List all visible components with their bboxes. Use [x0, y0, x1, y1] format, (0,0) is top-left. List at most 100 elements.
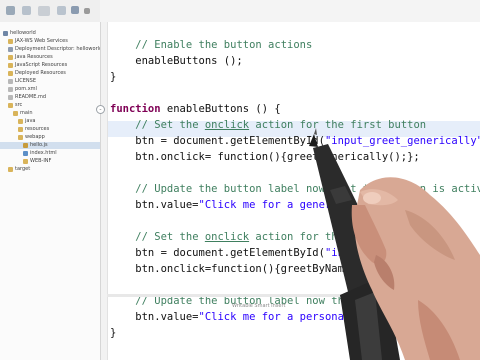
code-text: enableButtons () { [160, 103, 281, 115]
code-line[interactable]: btn = document.getElementById("input_gre… [110, 133, 480, 149]
folder-icon [18, 135, 23, 140]
code-line[interactable]: // Enable the button actions [110, 37, 312, 53]
tree-item[interactable]: helloworld [0, 30, 100, 37]
folder-icon [13, 111, 18, 116]
file-icon [8, 95, 13, 100]
tree-item-label: hello.js [30, 142, 48, 148]
tree-item-label: README.md [15, 94, 47, 100]
status-text: Writable Smart Insert [232, 303, 286, 309]
file-icon [8, 79, 13, 84]
folder-icon [18, 119, 23, 124]
code-comment: // Set the [135, 119, 205, 131]
tree-item-label: target [15, 166, 31, 172]
folder-icon [18, 127, 23, 132]
code-line[interactable]: // Update the button label now that the … [110, 181, 480, 197]
tree-item-label: JavaScript Resources [15, 62, 68, 68]
code-line[interactable]: enableButtons (); [110, 53, 243, 69]
code-line[interactable]: function enableButtons () { [110, 101, 281, 117]
code-line[interactable]: } [110, 325, 116, 341]
tree-item[interactable]: JAX-WS Web Services [0, 38, 100, 45]
code-line[interactable]: btn.onclick=function(){greetByName();}; [110, 261, 382, 277]
code-text: ); [457, 247, 471, 259]
tree-item[interactable]: pom.xml [0, 86, 100, 93]
js-file-icon [23, 143, 28, 148]
code-text: ; [407, 199, 414, 211]
tree-item-label: WEB-INF [30, 158, 52, 164]
code-line[interactable]: btn = document.getElementById("input_gre… [110, 245, 470, 261]
project-explorer: helloworld JAX-WS Web Services Deployment … [0, 22, 101, 360]
tree-item[interactable]: WEB-INF [0, 158, 100, 165]
tree-item-label: resources [25, 126, 50, 132]
debug-icon[interactable] [71, 6, 79, 14]
code-text: btn.value= [110, 199, 199, 211]
code-text: btn = document.getElementById( [110, 247, 325, 259]
code-text: btn.onclick=function(){greetByName();}; [110, 263, 382, 275]
tree-item[interactable]: target [0, 166, 100, 173]
tree-item-label: Deployment Descriptor: helloworld [15, 46, 100, 52]
code-string: "input_greet_generically" [324, 135, 480, 147]
code-editor[interactable]: // Enable the button actions enableButto… [101, 22, 480, 360]
code-line[interactable]: // Set the onclick action for the first … [110, 117, 426, 133]
code-keyword: function [110, 103, 161, 115]
code-string: "Click me for a personal greeting" [198, 311, 414, 323]
descriptor-icon [8, 47, 13, 52]
tree-item[interactable]: Deployment Descriptor: helloworld [0, 46, 100, 53]
code-text: enableButtons (); [110, 55, 243, 67]
tree-item[interactable]: README.md [0, 94, 100, 101]
code-comment: // Enable the button actions [135, 39, 313, 51]
file-icon [8, 87, 13, 92]
code-comment: action for the second button [249, 231, 433, 243]
code-comment: // Set the [135, 231, 205, 243]
code-comment: onclick [204, 119, 250, 131]
tree-item[interactable]: java [0, 118, 100, 125]
code-text: } [110, 71, 117, 83]
tree-item[interactable]: resources [0, 126, 100, 133]
save-icon[interactable] [22, 6, 31, 15]
tree-item-label: Java Resources [15, 54, 53, 60]
tree-item-label: src [15, 102, 23, 108]
project-icon [3, 31, 8, 36]
toolbar [0, 0, 100, 23]
code-line[interactable]: btn.onclick= function(){greetGenerically… [110, 149, 420, 165]
tree-item[interactable]: main [0, 110, 100, 117]
tree-item[interactable]: Deployed Resources [0, 70, 100, 77]
run-icon[interactable] [57, 6, 66, 15]
horizontal-scrollbar[interactable] [107, 294, 467, 297]
tree-item[interactable]: Java Resources [0, 54, 100, 61]
code-line[interactable]: } [110, 69, 116, 85]
menu-icon[interactable] [84, 8, 90, 14]
tree-item[interactable]: hello.js [0, 142, 100, 149]
fold-toggle-icon[interactable]: - [96, 105, 105, 114]
tree-item[interactable]: webapp [0, 134, 100, 141]
folder-icon [8, 167, 13, 172]
code-comment: // Update the button label now that the … [135, 183, 480, 195]
code-line[interactable]: btn.value="Click me for a generic greeti… [110, 197, 413, 213]
code-string: "Click me for a generic greeting" [198, 199, 408, 211]
code-text: ; [413, 311, 420, 323]
folder-icon [8, 71, 13, 76]
code-line[interactable]: // Set the onclick action for the second… [110, 229, 432, 245]
tree-item-label: webapp [25, 134, 45, 140]
folder-icon [8, 103, 13, 108]
code-text: btn.onclick= function(){greetGenerically… [110, 151, 420, 163]
tree-item-label: main [20, 110, 33, 116]
tree-item[interactable]: LICENSE [0, 78, 100, 85]
new-file-icon[interactable] [6, 6, 15, 15]
print-icon[interactable] [38, 6, 50, 16]
tree-item[interactable]: src [0, 102, 100, 109]
tree-item-label: helloworld [10, 30, 36, 36]
tree-item-label: java [25, 118, 36, 124]
editor-gutter [101, 22, 108, 360]
code-line[interactable]: btn.value="Click me for a personal greet… [110, 309, 420, 325]
tree-item[interactable]: JavaScript Resources [0, 62, 100, 69]
folder-icon [8, 63, 13, 68]
tree-item[interactable]: index.html [0, 150, 100, 157]
code-text: } [110, 327, 117, 339]
tree-item-label: index.html [30, 150, 57, 156]
folder-icon [8, 55, 13, 60]
tree-item-label: LICENSE [15, 78, 36, 84]
